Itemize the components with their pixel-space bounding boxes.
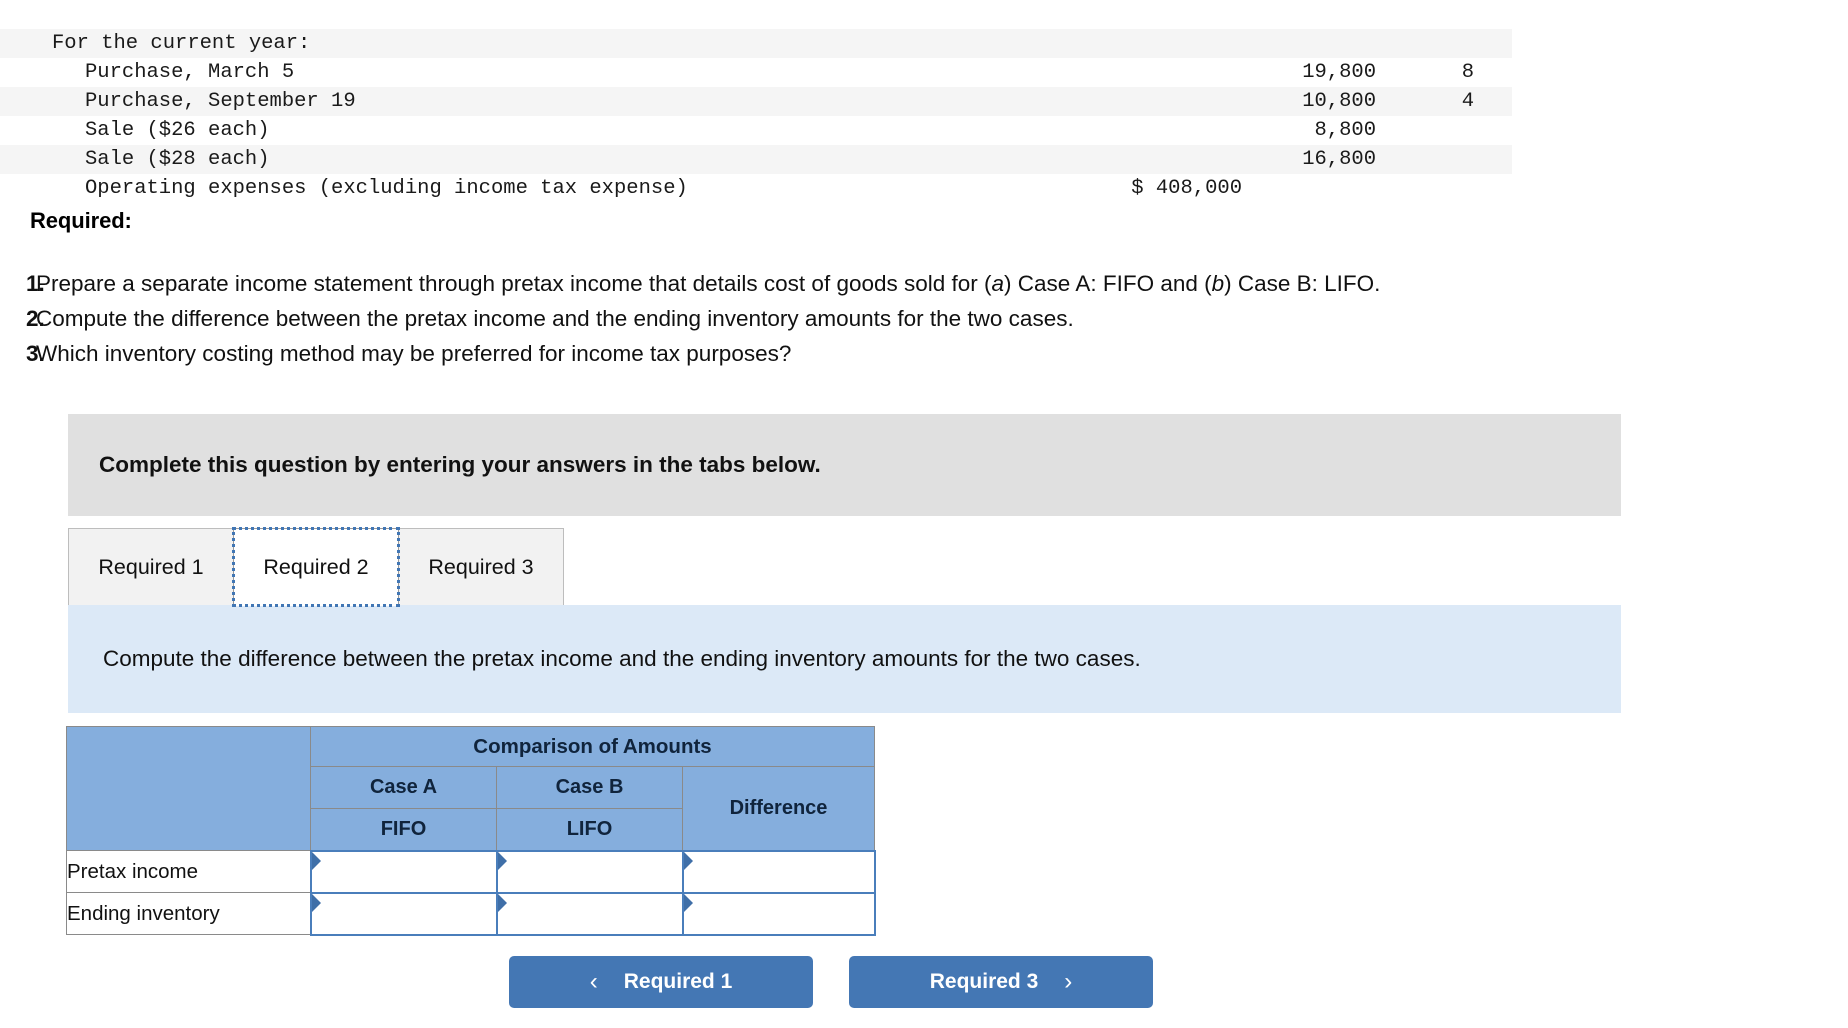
tab-required-1-label: Required 1: [98, 554, 204, 579]
table-row: Purchase, March 5 19,800 8: [0, 58, 1512, 87]
corner-cell: [66, 726, 311, 851]
row-amount: [1250, 174, 1390, 203]
tab-instruction-banner: Compute the difference between the preta…: [68, 605, 1621, 713]
given-data-body: For the current year: Purchase, March 5 …: [0, 0, 1512, 203]
row-mid: $ 408,000: [1131, 177, 1242, 200]
header-method-lifo: LIFO: [496, 808, 683, 851]
answer-table-wrapper: Comparison of Amounts Case A Case B Diff…: [66, 726, 876, 936]
table-row: Ending inventory: [66, 891, 876, 936]
given-data-table: For the current year: Purchase, March 5 …: [0, 0, 1512, 203]
list-item: 2. Compute the difference between the pr…: [0, 302, 1848, 335]
chevron-right-icon: ›: [1064, 968, 1073, 995]
complete-question-banner: Complete this question by entering your …: [68, 414, 1621, 516]
row-label: [0, 0, 1010, 29]
chevron-left-icon: ‹: [589, 968, 598, 995]
comparison-answer-table: Comparison of Amounts Case A Case B Diff…: [66, 726, 876, 936]
previous-button-label: Required 1: [623, 970, 733, 993]
row-qty: [1390, 29, 1512, 58]
req1-part2: ) Case A: FIFO and (: [1004, 271, 1212, 296]
tab-instruction-text: Compute the difference between the preta…: [103, 646, 1141, 671]
row-label-pretax-income: Pretax income: [66, 850, 311, 893]
table-row: For the current year:: [0, 29, 1512, 58]
table-row: Purchase, September 19 10,800 4: [0, 87, 1512, 116]
required-heading: Required:: [30, 208, 132, 233]
complete-question-text: Complete this question by entering your …: [99, 452, 821, 477]
input-pretax-income-lifo[interactable]: [495, 849, 684, 894]
header-row-title: Comparison of Amounts: [66, 726, 875, 851]
header-case-a: Case A: [310, 766, 497, 809]
table-row: [0, 0, 1512, 29]
row-mid: [1010, 0, 1250, 29]
row-amount: [1250, 29, 1390, 58]
row-label: For the current year:: [52, 32, 311, 55]
list-item: 1. Prepare a separate income statement t…: [0, 267, 1848, 300]
row-amount: 10,800: [1302, 90, 1376, 113]
row-mid: [1010, 58, 1250, 87]
row-qty: [1390, 174, 1512, 203]
row-qty: 4: [1461, 90, 1474, 113]
row-label-ending-inventory: Ending inventory: [66, 892, 311, 935]
next-button-label: Required 3: [929, 970, 1039, 993]
req1-part1: Prepare a separate income statement thro…: [36, 271, 992, 296]
list-item-number: 3.: [26, 341, 45, 366]
row-amount: 19,800: [1302, 61, 1376, 84]
navigation-buttons: ‹ Required 1 Required 3 ›: [509, 956, 1153, 1008]
input-ending-inventory-lifo[interactable]: [495, 891, 684, 936]
tab-required-2-label: Required 2: [263, 554, 369, 579]
row-amount: 16,800: [1302, 148, 1376, 171]
previous-required-1-button[interactable]: ‹ Required 1: [509, 956, 813, 1008]
list-item: 3. Which inventory costing method may be…: [0, 337, 1848, 370]
table-row: Sale ($28 each) 16,800: [0, 145, 1512, 174]
next-required-3-button[interactable]: Required 3 ›: [849, 956, 1153, 1008]
req1-part3: ) Case B: LIFO.: [1224, 271, 1381, 296]
row-qty: 8: [1461, 61, 1474, 84]
list-item-number: 2.: [26, 306, 45, 331]
row-mid: [1010, 29, 1250, 58]
header-difference: Difference: [682, 766, 875, 851]
input-ending-inventory-difference[interactable]: [681, 891, 876, 936]
row-mid: [1010, 145, 1250, 174]
list-item-text: Compute the difference between the preta…: [36, 306, 1074, 331]
header-method-fifo: FIFO: [310, 808, 497, 851]
input-pretax-income-fifo[interactable]: [309, 849, 498, 894]
list-item-text: Which inventory costing method may be pr…: [36, 341, 792, 366]
tab-bar: Required 1 Required 2 Required 3: [68, 527, 564, 607]
question-page: For the current year: Purchase, March 5 …: [0, 0, 1848, 1028]
input-ending-inventory-fifo[interactable]: [309, 891, 498, 936]
row-amount: [1250, 0, 1390, 29]
answer-table-head: Comparison of Amounts Case A Case B Diff…: [66, 726, 875, 851]
list-item-text: Prepare a separate income statement thro…: [36, 267, 1701, 300]
table-row: Operating expenses (excluding income tax…: [0, 174, 1512, 203]
row-mid: [1010, 87, 1250, 116]
row-label: Purchase, September 19: [85, 90, 356, 113]
tab-required-2[interactable]: Required 2: [232, 527, 400, 607]
table-row: Sale ($26 each) 8,800: [0, 116, 1512, 145]
row-label: Operating expenses (excluding income tax…: [85, 177, 688, 200]
row-qty: [1390, 0, 1512, 29]
tab-required-3-label: Required 3: [428, 554, 534, 579]
tab-required-1[interactable]: Required 1: [68, 528, 234, 606]
row-label: Purchase, March 5: [85, 61, 295, 84]
row-amount: 8,800: [1314, 119, 1376, 142]
tab-required-3[interactable]: Required 3: [398, 528, 564, 606]
input-pretax-income-difference[interactable]: [681, 849, 876, 894]
row-qty: [1390, 116, 1512, 145]
table-row: Pretax income: [66, 849, 876, 894]
req1-em-b: b: [1211, 271, 1225, 296]
group-header-comparison: Comparison of Amounts: [310, 726, 875, 767]
row-label: Sale ($28 each): [85, 148, 270, 171]
requirements-list: 1. Prepare a separate income statement t…: [0, 267, 1848, 370]
req1-em-a: a: [991, 271, 1005, 296]
answer-table-body: Pretax income Ending inventory: [66, 849, 876, 936]
row-label: Sale ($26 each): [85, 119, 270, 142]
row-qty: [1390, 145, 1512, 174]
row-mid: [1010, 116, 1250, 145]
list-item-number: 1.: [26, 271, 45, 296]
header-case-b: Case B: [496, 766, 683, 809]
